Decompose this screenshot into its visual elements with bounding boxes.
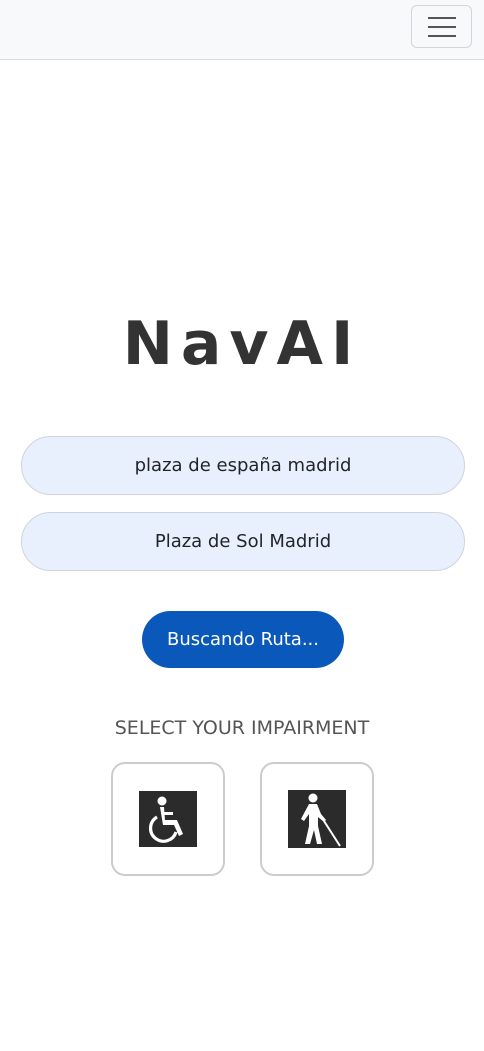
impairment-label: SELECT YOUR IMPAIRMENT [114,717,370,739]
navbar [0,0,484,60]
wheelchair-icon [139,791,197,847]
visual-impairment-option-button[interactable] [260,762,374,876]
search-route-button[interactable]: Buscando Ruta... [142,611,344,668]
origin-input[interactable] [21,436,465,495]
navbar-toggler-button[interactable] [411,5,472,48]
destination-input[interactable] [21,512,465,571]
blind-person-cane-icon [288,790,346,848]
app-title: NavAI [122,309,362,379]
hamburger-menu-icon [427,16,456,37]
wheelchair-option-button[interactable] [111,762,225,876]
